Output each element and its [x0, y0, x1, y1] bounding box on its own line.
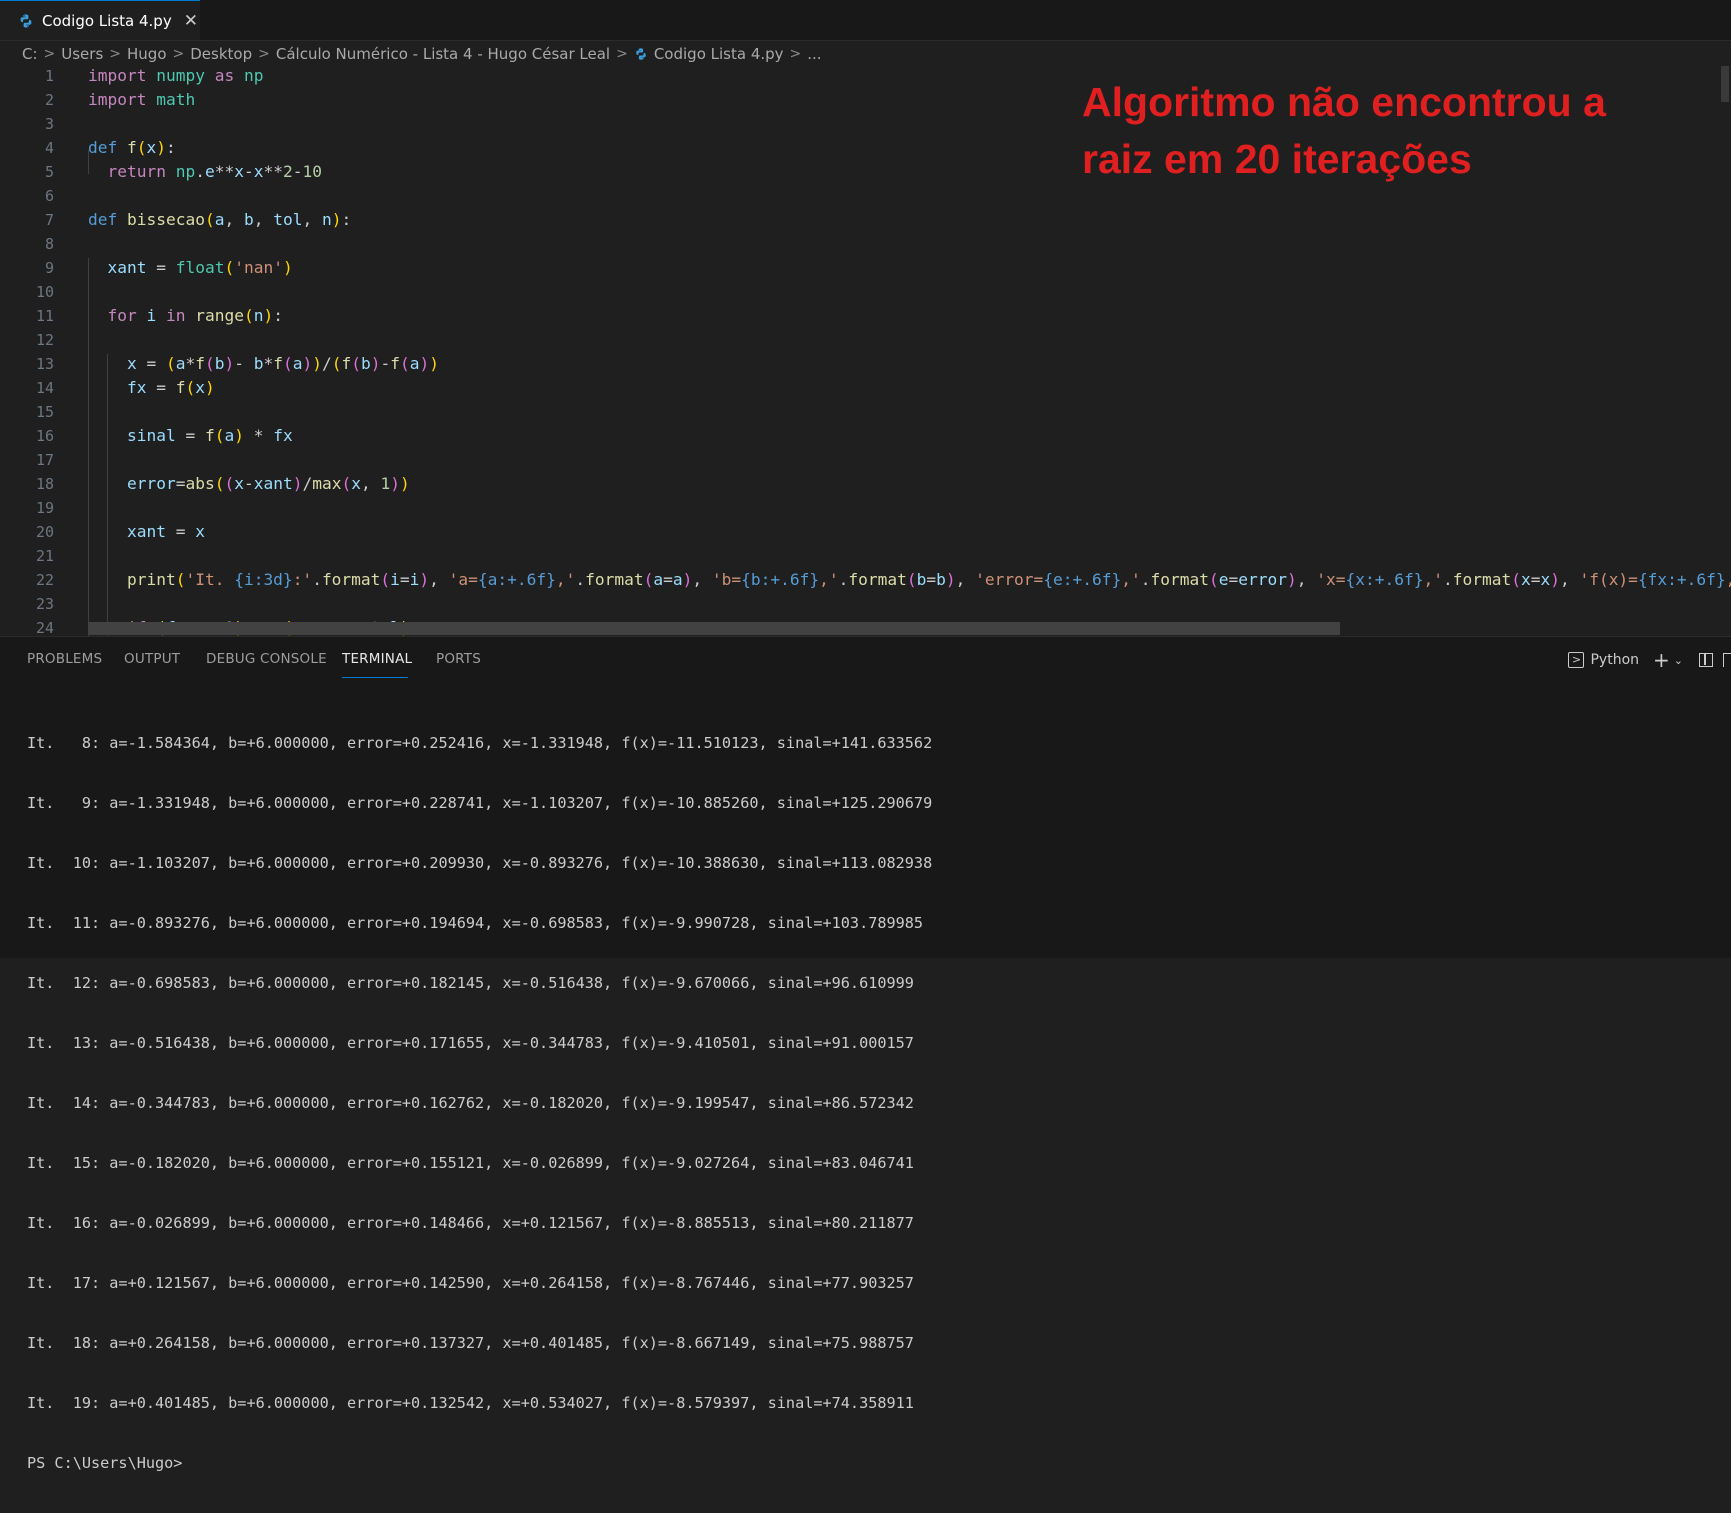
active-tab-indicator: [342, 677, 408, 678]
code-line: 16 sinal = f(a) * fx: [35, 426, 293, 445]
tab-codigo-lista-4[interactable]: Codigo Lista 4.py ✕: [0, 0, 200, 40]
terminal-line: It. 11: a=-0.893276, b=+6.000000, error=…: [27, 914, 924, 932]
breadcrumb-item[interactable]: C:: [22, 45, 38, 63]
terminal-icon: >: [1568, 652, 1585, 668]
code-line: 14 fx = f(x): [35, 378, 215, 397]
terminal-output[interactable]: It. 8: a=-1.584364, b=+6.000000, error=+…: [27, 693, 932, 1513]
code-line: 17: [35, 451, 54, 469]
annotation-line-1: Algoritmo não encontrou a: [1082, 79, 1606, 125]
tab-debug-console[interactable]: DEBUG CONSOLE: [206, 651, 327, 667]
tab-terminal[interactable]: TERMINAL: [342, 651, 412, 667]
panel-actions: > Python + ⌄: [1568, 647, 1731, 673]
breadcrumb-item[interactable]: Codigo Lista 4.py: [654, 45, 784, 63]
terminal-line: It. 13: a=-0.516438, b=+6.000000, error=…: [27, 1034, 914, 1052]
code-line: 9 xant = float('nan'): [44, 258, 293, 277]
terminal-line: It. 9: a=-1.331948, b=+6.000000, error=+…: [27, 794, 933, 812]
terminal-line: It. 19: a=+0.401485, b=+6.000000, error=…: [27, 1394, 914, 1412]
code-line: 22 print('It. {i:3d}:'.format(i=i), 'a={…: [35, 570, 1731, 589]
code-line: 15: [35, 403, 54, 421]
horizontal-scrollbar[interactable]: [88, 622, 1340, 635]
terminal-line: It. 12: a=-0.698583, b=+6.000000, error=…: [27, 974, 914, 992]
editor-tab-bar: Codigo Lista 4.py ✕: [0, 0, 1731, 41]
chevron-right-icon: >: [172, 46, 185, 62]
breadcrumb-item[interactable]: Desktop: [190, 45, 252, 63]
chevron-right-icon: >: [109, 46, 122, 62]
chevron-right-icon: >: [43, 46, 56, 62]
panel-tabs: PROBLEMS OUTPUT DEBUG CONSOLE TERMINAL P…: [0, 637, 1731, 683]
annotation-line-2: raiz em 20 iterações: [1082, 136, 1472, 182]
terminal-line: It. 10: a=-1.103207, b=+6.000000, error=…: [27, 854, 933, 872]
trash-icon[interactable]: [1723, 653, 1731, 667]
terminal-prompt: PS C:\Users\Hugo>: [27, 1454, 183, 1472]
chevron-right-icon: >: [258, 46, 270, 62]
chevron-down-icon[interactable]: ⌄: [1674, 654, 1683, 667]
code-line: 21: [35, 547, 54, 565]
code-line: 12: [35, 331, 54, 349]
terminal-line: It. 15: a=-0.182020, b=+6.000000, error=…: [27, 1154, 914, 1172]
terminal-line: It. 18: a=+0.264158, b=+6.000000, error=…: [27, 1334, 914, 1352]
breadcrumb-item[interactable]: Cálculo Numérico - Lista 4 - Hugo César …: [276, 45, 610, 63]
tab-ports[interactable]: PORTS: [436, 651, 481, 667]
split-terminal-icon[interactable]: [1699, 653, 1713, 667]
annotation-text: Algoritmo não encontrou a raiz em 20 ite…: [1082, 74, 1606, 188]
chevron-right-icon: >: [789, 46, 802, 62]
tab-output[interactable]: OUTPUT: [124, 651, 180, 667]
code-line: 20 xant = x: [35, 522, 205, 541]
tab-label: Codigo Lista 4.py: [42, 11, 172, 30]
code-line: 7 def bissecao(a, b, tol, n):: [44, 210, 352, 229]
terminal-line: It. 8: a=-1.584364, b=+6.000000, error=+…: [27, 734, 933, 752]
python-file-icon: [636, 48, 646, 60]
terminal-label[interactable]: Python: [1590, 652, 1639, 668]
vertical-scrollbar[interactable]: [1721, 66, 1729, 102]
breadcrumb-item[interactable]: Users: [61, 45, 103, 63]
terminal-line: It. 14: a=-0.344783, b=+6.000000, error=…: [27, 1094, 914, 1112]
tab-problems[interactable]: PROBLEMS: [27, 651, 102, 667]
breadcrumb-item[interactable]: Hugo: [127, 45, 167, 63]
python-file-icon: [20, 14, 32, 27]
code-line: 13 x = (a*f(b)- b*f(a))/(f(b)-f(a)): [35, 354, 439, 373]
breadcrumb-item[interactable]: ...: [807, 45, 821, 63]
code-line: 18 error=abs((x-xant)/max(x, 1)): [35, 474, 410, 493]
code-line: 19: [35, 499, 54, 517]
code-line: 8: [44, 235, 54, 253]
close-icon[interactable]: ✕: [184, 11, 198, 31]
terminal-line: It. 17: a=+0.121567, b=+6.000000, error=…: [27, 1274, 914, 1292]
chevron-right-icon: >: [616, 46, 628, 62]
plus-icon[interactable]: +: [1653, 648, 1670, 672]
code-line: 10: [35, 283, 54, 301]
code-line: 11 for i in range(n):: [35, 306, 283, 325]
bottom-panel: PROBLEMS OUTPUT DEBUG CONSOLE TERMINAL P…: [0, 636, 1731, 1472]
code-line: 23: [35, 595, 54, 613]
terminal-line: It. 16: a=-0.026899, b=+6.000000, error=…: [27, 1214, 914, 1232]
breadcrumb: C: > Users > Hugo > Desktop > Cálculo Nu…: [22, 42, 822, 66]
